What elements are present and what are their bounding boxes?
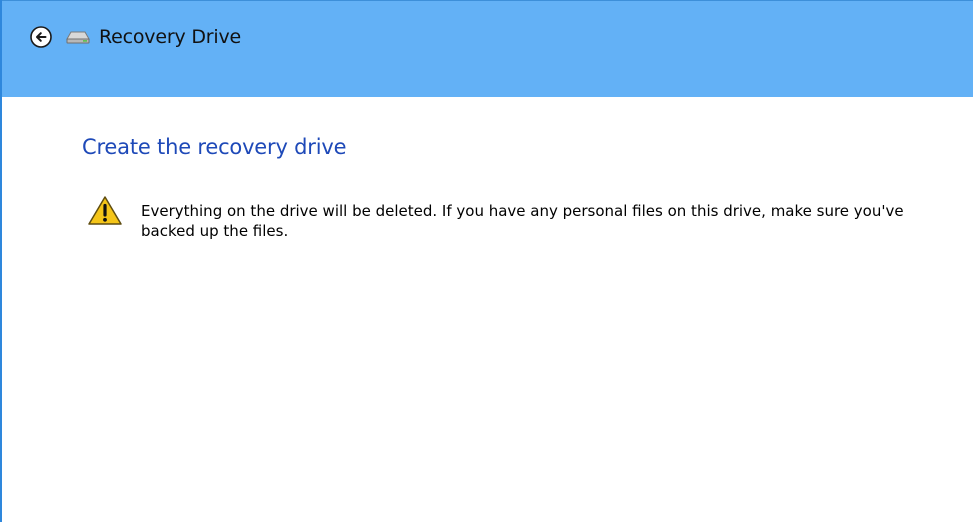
drive-icon bbox=[66, 29, 94, 45]
window-title: Recovery Drive bbox=[99, 26, 241, 48]
recovery-drive-window: Recovery Drive Create the recovery drive… bbox=[0, 0, 973, 522]
back-arrow-icon bbox=[30, 26, 52, 48]
main-content: Create the recovery drive Everything on … bbox=[2, 97, 973, 241]
page-heading: Create the recovery drive bbox=[82, 135, 347, 159]
warning-icon bbox=[88, 196, 122, 225]
warning-message: Everything on the drive will be deleted.… bbox=[82, 196, 973, 241]
title-bar: Recovery Drive bbox=[2, 0, 973, 97]
back-button[interactable] bbox=[30, 26, 52, 48]
warning-text: Everything on the drive will be deleted.… bbox=[141, 202, 904, 240]
